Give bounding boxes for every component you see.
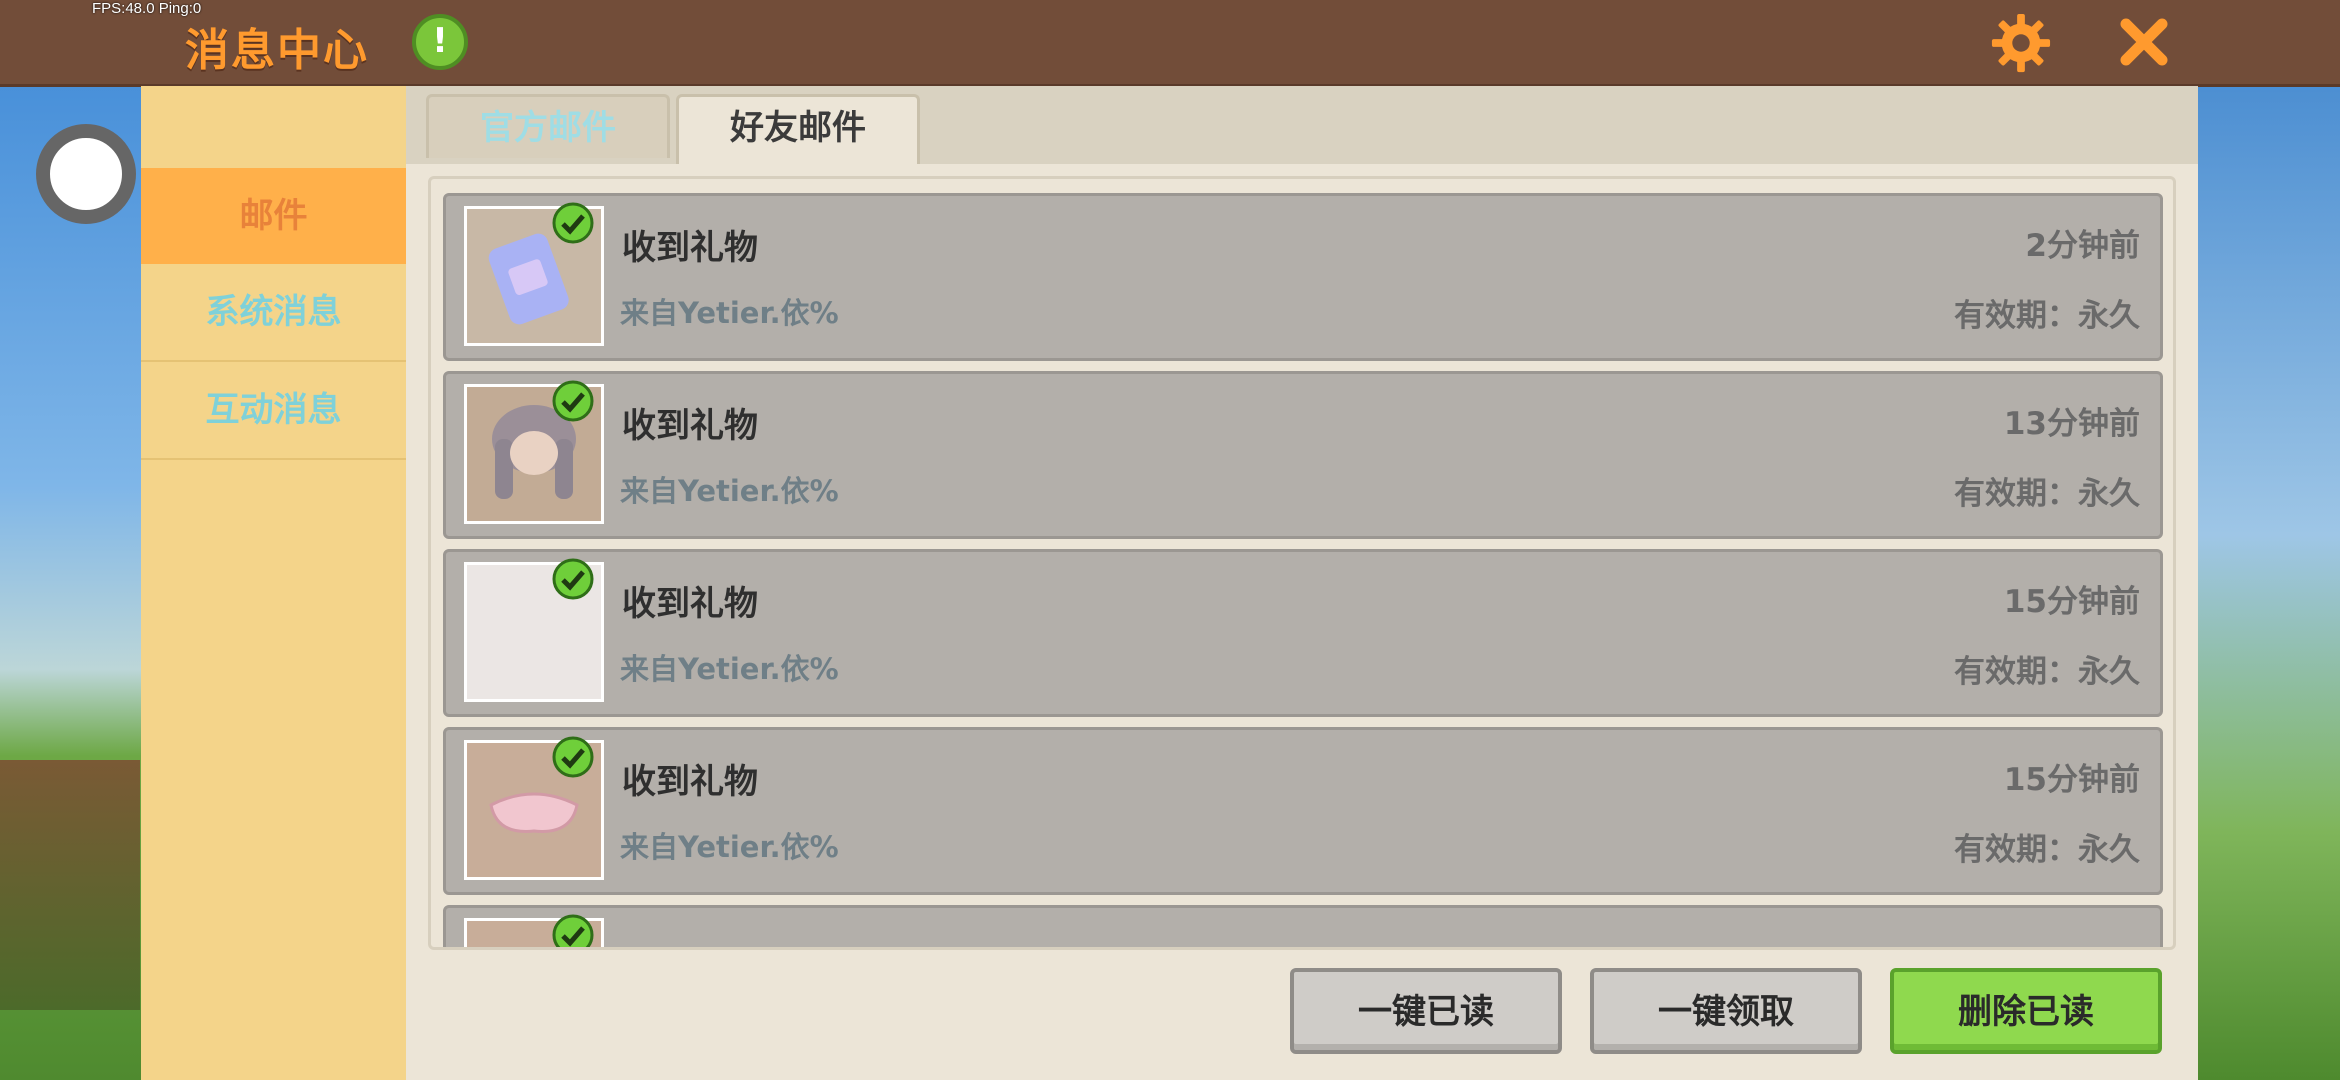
sidebar-item-interaction-messages[interactable]: 互动消息 bbox=[141, 362, 406, 460]
background-block bbox=[0, 760, 140, 1010]
top-bar: 消息中心 ! bbox=[0, 0, 2340, 87]
mail-sender: 来自Yetier.依% bbox=[620, 652, 839, 686]
mail-item[interactable] bbox=[443, 905, 2163, 947]
sidebar-item-system-messages[interactable]: 系统消息 bbox=[141, 264, 406, 362]
tab-official-mail[interactable]: 官方邮件 bbox=[426, 94, 670, 158]
checkmark-icon bbox=[552, 736, 594, 778]
mail-time: 2分钟前 bbox=[2025, 228, 2140, 264]
delete-read-button[interactable]: 删除已读 bbox=[1890, 968, 2162, 1054]
mail-time: 13分钟前 bbox=[2003, 406, 2140, 442]
mail-title: 收到礼物 bbox=[622, 762, 758, 802]
mail-expiry: 有效期：永久 bbox=[1954, 298, 2140, 334]
mail-sender: 来自Yetier.依% bbox=[620, 296, 839, 330]
mail-expiry: 有效期：永久 bbox=[1954, 654, 2140, 690]
mail-title: 收到礼物 bbox=[622, 228, 758, 268]
checkmark-icon bbox=[552, 380, 594, 422]
joystick-ring-icon[interactable] bbox=[36, 124, 136, 224]
fps-readout: FPS:48.0 Ping:0 bbox=[92, 0, 202, 17]
mail-title: 收到礼物 bbox=[622, 406, 758, 446]
mail-time: 15分钟前 bbox=[2003, 762, 2140, 798]
notice-button[interactable]: ! bbox=[412, 14, 468, 70]
mail-sender: 来自Yetier.依% bbox=[620, 474, 839, 508]
background-right-scene bbox=[2190, 90, 2340, 1080]
close-icon[interactable] bbox=[2116, 14, 2172, 70]
mail-time: 15分钟前 bbox=[2003, 584, 2140, 620]
mark-all-read-button[interactable]: 一键已读 bbox=[1290, 968, 1562, 1054]
claim-all-button[interactable]: 一键领取 bbox=[1590, 968, 1862, 1054]
checkmark-icon bbox=[552, 202, 594, 244]
sidebar-item-mail[interactable]: 邮件 bbox=[141, 168, 406, 264]
mail-item[interactable]: 收到礼物 来自Yetier.依% 15分钟前 有效期：永久 bbox=[443, 549, 2163, 717]
mail-list[interactable]: 收到礼物 来自Yetier.依% 2分钟前 有效期：永久 收到礼物 来自Yeti… bbox=[428, 176, 2176, 950]
sidebar: 邮件 系统消息 互动消息 bbox=[141, 86, 406, 1080]
mail-expiry: 有效期：永久 bbox=[1954, 832, 2140, 868]
page-title: 消息中心 bbox=[185, 25, 369, 76]
mail-item[interactable]: 收到礼物 来自Yetier.依% 13分钟前 有效期：永久 bbox=[443, 371, 2163, 539]
checkmark-icon bbox=[552, 558, 594, 600]
mail-sender: 来自Yetier.依% bbox=[620, 830, 839, 864]
mail-title: 收到礼物 bbox=[622, 584, 758, 624]
mail-expiry: 有效期：永久 bbox=[1954, 476, 2140, 512]
checkmark-icon bbox=[552, 914, 594, 947]
settings-gear-icon[interactable] bbox=[1990, 12, 2052, 74]
tab-bar: 官方邮件 好友邮件 bbox=[406, 86, 2198, 164]
mail-item[interactable]: 收到礼物 来自Yetier.依% 2分钟前 有效期：永久 bbox=[443, 193, 2163, 361]
tab-friend-mail[interactable]: 好友邮件 bbox=[676, 94, 920, 164]
mail-item[interactable]: 收到礼物 来自Yetier.依% 15分钟前 有效期：永久 bbox=[443, 727, 2163, 895]
mail-panel: 官方邮件 好友邮件 收到礼物 来自Yetier.依% 2分钟前 有效期：永久 收… bbox=[406, 86, 2198, 1080]
